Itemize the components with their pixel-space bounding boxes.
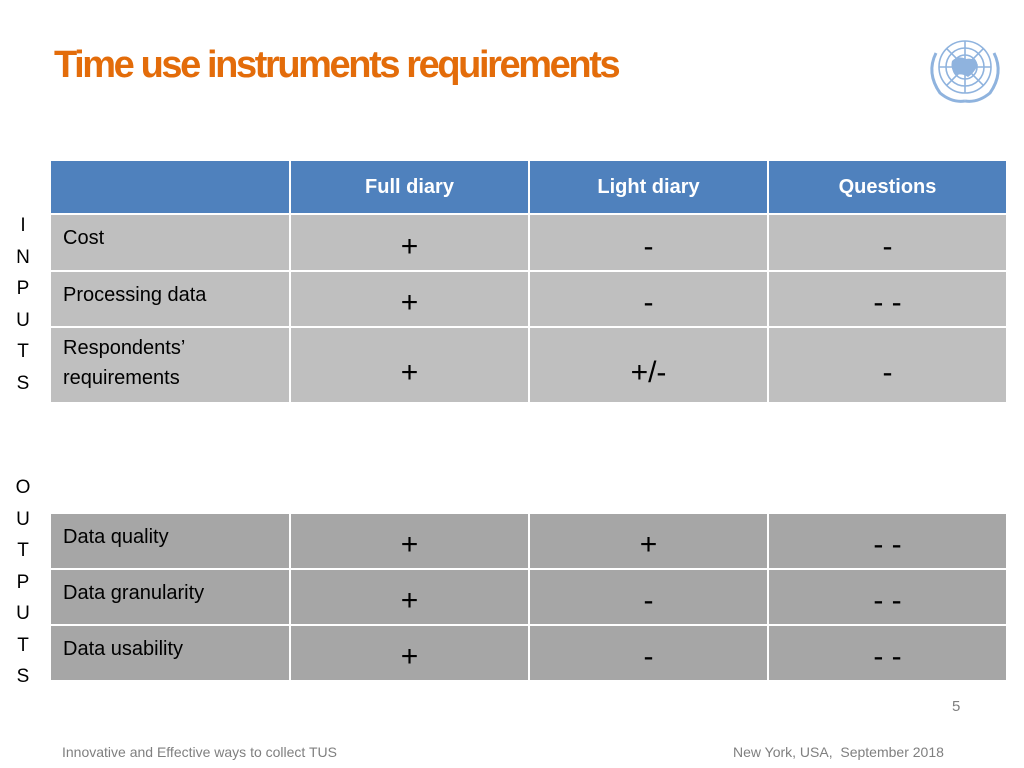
slide-title: Time use instruments requirements: [54, 44, 621, 86]
side-letter: N: [16, 246, 30, 268]
side-letter: T: [17, 540, 29, 561]
side-letter: U: [16, 309, 30, 331]
side-letter: U: [16, 603, 30, 624]
row-label: Data granularity: [49, 568, 291, 626]
cell-light: -: [528, 270, 769, 328]
footer-right: New York, USA, September 2018: [733, 744, 944, 760]
footer-left: Innovative and Effective ways to collect…: [62, 744, 337, 760]
cell-questions: - -: [767, 512, 1008, 570]
table-row: Cost + - -: [49, 213, 1008, 272]
row-label: Respondents’ requirements: [49, 326, 291, 404]
side-letter: U: [16, 508, 30, 530]
cell-full: +: [289, 213, 530, 272]
side-letter: S: [16, 666, 30, 687]
cell-light: +: [528, 512, 769, 570]
cell-full: +: [289, 326, 530, 404]
side-letter: P: [16, 571, 30, 593]
row-label: Data quality: [49, 512, 291, 570]
side-letter: T: [17, 634, 29, 656]
cell-light: -: [528, 213, 769, 272]
header-light-diary: Light diary: [528, 159, 769, 215]
table-row: Respondents’ requirements + +/- -: [49, 326, 1008, 404]
header-questions: Questions: [767, 159, 1008, 215]
side-letter: T: [17, 341, 29, 362]
header-full-diary: Full diary: [289, 159, 530, 215]
inputs-side-label: I N P U T S: [12, 210, 34, 399]
cell-light: -: [528, 624, 769, 682]
header-blank: [49, 159, 291, 215]
row-label: Data usability: [49, 624, 291, 682]
side-letter: I: [20, 215, 26, 236]
cell-questions: - -: [767, 568, 1008, 626]
row-label: Cost: [49, 213, 291, 272]
inputs-table: Full diary Light diary Questions Cost + …: [49, 159, 1008, 404]
outputs-side-label: O U T P U T S: [12, 472, 34, 693]
side-letter: P: [16, 278, 30, 299]
cell-questions: -: [767, 213, 1008, 272]
cell-questions: -: [767, 326, 1008, 404]
table-row: Data granularity + - - -: [49, 568, 1008, 626]
row-label: Processing data: [49, 270, 291, 328]
header-row: Full diary Light diary Questions: [49, 159, 1008, 215]
cell-light: -: [528, 568, 769, 626]
table-row: Data quality + + - -: [49, 512, 1008, 570]
outputs-table: Data quality + + - - Data granularity + …: [49, 512, 1008, 682]
table-row: Processing data + - - -: [49, 270, 1008, 328]
side-letter: S: [16, 372, 30, 394]
cell-questions: - -: [767, 270, 1008, 328]
un-emblem-icon: [930, 40, 1000, 103]
cell-full: +: [289, 270, 530, 328]
cell-full: +: [289, 568, 530, 626]
table-row: Data usability + - - -: [49, 624, 1008, 682]
side-letter: O: [15, 477, 31, 498]
page-number: 5: [952, 698, 961, 715]
cell-full: +: [289, 624, 530, 682]
cell-full: +: [289, 512, 530, 570]
cell-light: +/-: [528, 326, 769, 404]
cell-questions: - -: [767, 624, 1008, 682]
